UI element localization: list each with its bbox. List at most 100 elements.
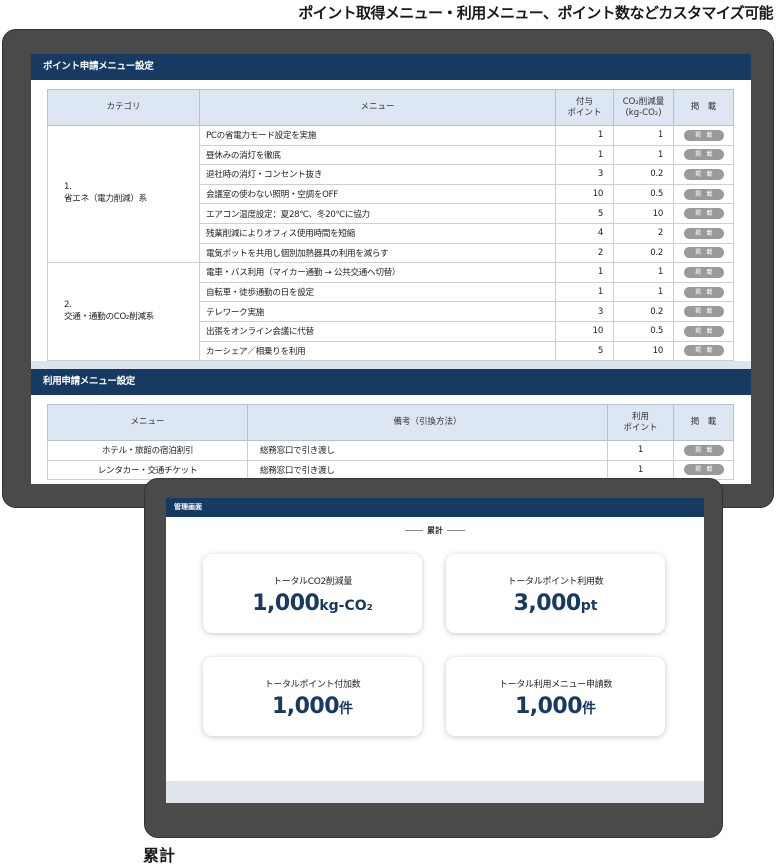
monitor-frame: ポイント申請メニュー設定 カテゴリ メニュー 付与 ポイント CO₂削減量 (k… (2, 29, 774, 508)
card-total-points-used: トータルポイント利用数 3,000pt (446, 554, 665, 633)
admin-title: 管理画面 (166, 498, 704, 517)
card-label: トータルポイント利用数 (507, 577, 604, 587)
points-cell: 1 (555, 125, 614, 146)
publish-cell: 掲 載 (673, 440, 734, 461)
col-header-note: 備考（引換方法） (247, 404, 608, 441)
card-value: 3,000pt (513, 591, 598, 616)
co2-cell: 1 (613, 262, 674, 283)
summary-heading: 累計 (166, 525, 704, 536)
menu-cell: 退社時の消灯・コンセント抜き (199, 164, 556, 185)
card-value: 1,000件 (271, 694, 354, 719)
co2-cell: 10 (613, 203, 674, 224)
menu-cell: エアコン温度設定：夏28℃、冬20℃に協力 (199, 203, 556, 224)
menu-cell: ホテル・旅館の宿泊割引 (47, 440, 248, 461)
publish-cell: 掲 載 (673, 262, 734, 283)
publish-button[interactable]: 掲 載 (683, 345, 724, 357)
points-cell: 1 (555, 144, 614, 166)
menu-cell: 自転車・徒歩通勤の日を設定 (199, 281, 556, 303)
publish-button[interactable]: 掲 載 (683, 464, 724, 476)
publish-button[interactable]: 掲 載 (683, 266, 724, 278)
points-cell: 1 (555, 281, 614, 303)
settings-screen: ポイント申請メニュー設定 カテゴリ メニュー 付与 ポイント CO₂削減量 (k… (31, 54, 751, 484)
table-row: ホテル・旅館の宿泊割引 総務窓口で引き渡し 1 掲 載 (47, 440, 734, 461)
menu-cell: 残業削減によりオフィス使用時間を短縮 (199, 222, 556, 244)
col-header-category: カテゴリ (47, 89, 200, 126)
co2-cell: 1 (613, 144, 674, 166)
co2-cell: 1 (613, 281, 674, 303)
publish-button[interactable]: 掲 載 (683, 188, 724, 200)
co2-cell: 2 (613, 222, 674, 244)
points-cell: 2 (555, 242, 614, 264)
publish-button[interactable]: 掲 載 (683, 168, 724, 180)
caption-top: ポイント取得メニュー・利用メニュー、ポイント数などカスタマイズ可能 (298, 4, 773, 22)
point-menu-panel: ポイント申請メニュー設定 カテゴリ メニュー 付与 ポイント CO₂削減量 (k… (31, 54, 751, 361)
table-row: レンタカー・交通チケット 総務窓口で引き渡し 1 掲 載 (47, 459, 734, 481)
points-cell: 5 (555, 203, 614, 224)
points-cell: 1 (607, 459, 674, 481)
use-menu-table: メニュー 備考（引換方法） 利用 ポイント 掲 載 ホテル・旅館の宿泊割引 総務窓… (47, 404, 734, 481)
card-value: 1,000件 (514, 694, 597, 719)
category-cell: 1. 省エネ（電力削減）系 (47, 124, 200, 264)
publish-cell: 掲 載 (673, 340, 734, 361)
publish-cell: 掲 載 (673, 144, 734, 166)
card-label: トータル利用メニュー申請数 (498, 680, 613, 690)
publish-button[interactable]: 掲 載 (683, 247, 724, 259)
card-total-use-requests: トータル利用メニュー申請数 1,000件 (446, 657, 665, 736)
col-header-publish: 掲 載 (673, 89, 734, 126)
publish-button[interactable]: 掲 載 (683, 149, 724, 161)
use-menu-title: 利用申請メニュー設定 (31, 369, 751, 395)
publish-button[interactable]: 掲 載 (683, 306, 724, 318)
menu-cell: レンタカー・交通チケット (47, 459, 248, 481)
menu-cell: 会議室の使わない照明・空調をOFF (199, 183, 556, 205)
co2-cell: 10 (613, 340, 674, 361)
card-label: トータルCO2削減量 (272, 577, 353, 587)
publish-button[interactable]: 掲 載 (683, 325, 724, 337)
menu-cell: 電気ポットを共用し個別加熱器具の利用を減らす (199, 242, 556, 264)
co2-cell: 1 (613, 125, 674, 146)
points-cell: 10 (555, 320, 614, 342)
point-menu-title: ポイント申請メニュー設定 (31, 54, 751, 80)
col-header-menu: メニュー (47, 404, 248, 441)
publish-cell: 掲 載 (673, 242, 734, 264)
menu-cell: 昼休みの消灯を徹底 (199, 144, 556, 166)
publish-button[interactable]: 掲 載 (683, 444, 724, 456)
col-header-points: 利用 ポイント (607, 404, 674, 441)
note-cell: 総務窓口で引き渡し (247, 440, 608, 461)
points-cell: 1 (555, 262, 614, 283)
co2-cell: 0.2 (613, 242, 674, 264)
tablet-frame: 管理画面 累計 トータルCO2削減量 1,000kg-CO₂ トータルポイント利… (144, 478, 723, 838)
menu-cell: カーシェア／相乗りを利用 (199, 340, 556, 361)
menu-cell: テレワーク実施 (199, 301, 556, 322)
col-header-menu: メニュー (199, 89, 556, 126)
publish-cell: 掲 載 (673, 281, 734, 303)
publish-cell: 掲 載 (673, 183, 734, 205)
publish-cell: 掲 載 (673, 301, 734, 322)
table-row: 2. 交通・通勤のCO₂削減系 電車・バス利用（マイカー通勤 → 公共交通へ切替）… (47, 262, 734, 361)
co2-cell: 0.2 (613, 301, 674, 322)
publish-cell: 掲 載 (673, 164, 734, 185)
note-cell: 総務窓口で引き渡し (247, 459, 608, 481)
publish-button[interactable]: 掲 載 (683, 129, 724, 141)
publish-button[interactable]: 掲 載 (683, 208, 724, 220)
points-cell: 3 (555, 164, 614, 185)
publish-button[interactable]: 掲 載 (683, 227, 724, 239)
menu-cell: PCの省電力モード設定を実施 (199, 125, 556, 146)
menu-cell: 出張をオンライン会議に代替 (199, 320, 556, 342)
publish-cell: 掲 載 (673, 125, 734, 146)
card-value: 1,000kg-CO₂ (252, 591, 373, 616)
menu-cell: 電車・バス利用（マイカー通勤 → 公共交通へ切替） (199, 262, 556, 283)
publish-cell: 掲 載 (673, 222, 734, 244)
points-cell: 3 (555, 301, 614, 322)
col-header-co2: CO₂削減量 (kg-CO₂) (613, 89, 674, 126)
points-cell: 10 (555, 183, 614, 205)
publish-button[interactable]: 掲 載 (683, 286, 724, 298)
points-cell: 5 (555, 340, 614, 361)
publish-cell: 掲 載 (673, 459, 734, 481)
card-total-co2: トータルCO2削減量 1,000kg-CO₂ (203, 554, 422, 633)
card-label: トータルポイント付加数 (264, 680, 361, 690)
table-row: 1. 省エネ（電力削減）系 PCの省電力モード設定を実施 1 1 掲 載 (47, 124, 734, 264)
category-cell: 2. 交通・通勤のCO₂削減系 (47, 262, 200, 361)
publish-cell: 掲 載 (673, 320, 734, 342)
points-cell: 1 (607, 440, 674, 461)
co2-cell: 0.5 (613, 183, 674, 205)
